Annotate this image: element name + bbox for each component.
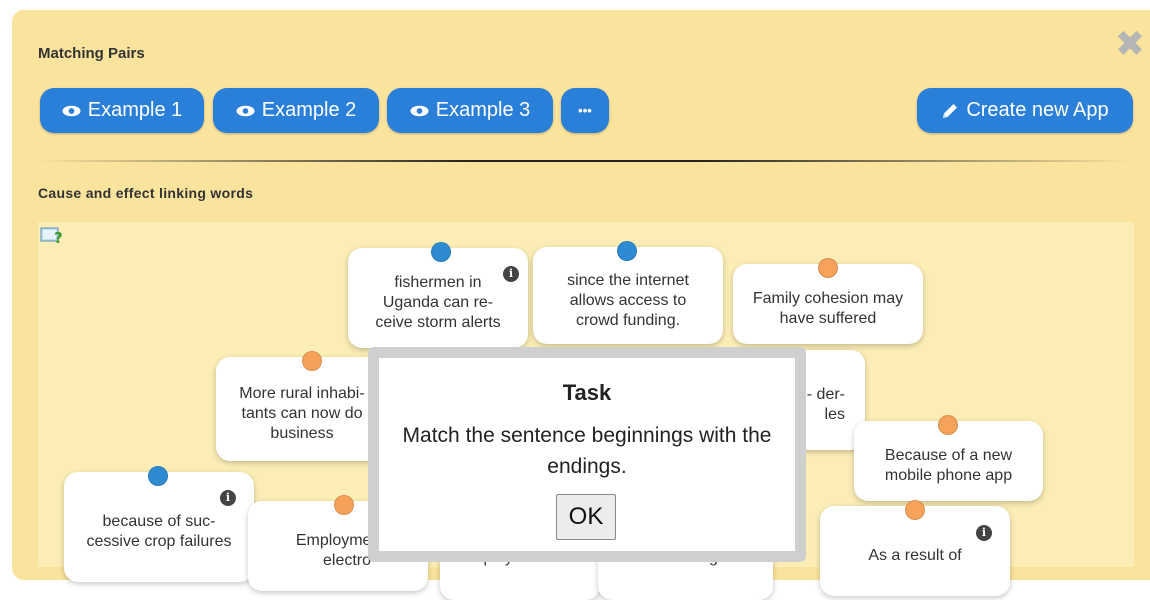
pin-icon (938, 415, 958, 435)
eye-icon (236, 105, 255, 116)
close-icon[interactable]: ✖ (1114, 26, 1146, 62)
example-3-label: Example 3 (435, 99, 531, 121)
card-text: Because of a new mobile phone app (884, 447, 1013, 484)
info-icon[interactable]: i (976, 525, 992, 541)
create-new-app-button[interactable]: Create new App (917, 88, 1133, 133)
pin-icon (818, 258, 838, 278)
card-text: More rural inhabi-tants can now do busin… (239, 385, 365, 442)
pin-icon (431, 242, 451, 262)
pin-icon (302, 351, 322, 371)
pencil-icon (943, 103, 958, 118)
eye-icon (410, 105, 429, 116)
card-text: Family cohesion may have suffered (752, 290, 904, 327)
info-icon[interactable]: i (503, 266, 519, 282)
pin-icon (148, 466, 168, 486)
svg-text:?: ? (54, 229, 63, 246)
help-icon[interactable]: ? (40, 226, 64, 246)
example-1-button[interactable]: Example 1 (40, 88, 204, 133)
more-icon: ••• (578, 103, 592, 118)
card-crop-failures[interactable]: because of suc-cessive crop failures (64, 472, 254, 582)
example-2-button[interactable]: Example 2 (213, 88, 379, 133)
eye-icon (62, 105, 81, 116)
task-modal: Task Match the sentence beginnings with … (368, 347, 806, 562)
info-icon[interactable]: i (220, 490, 236, 506)
app-title: Matching Pairs (38, 45, 145, 62)
more-button[interactable]: ••• (561, 88, 609, 133)
modal-text: Match the sentence beginnings with the e… (402, 424, 772, 478)
example-2-label: Example 2 (261, 99, 357, 121)
pin-icon (617, 241, 637, 261)
card-text: since the internet allows access to crow… (567, 271, 689, 329)
card-text: because of suc-cessive crop failures (86, 513, 232, 550)
example-3-button[interactable]: Example 3 (387, 88, 553, 133)
card-text: fishermen in Uganda can re-ceive storm a… (375, 274, 501, 331)
task-modal-body: Task Match the sentence beginnings with … (379, 358, 795, 551)
ok-button[interactable]: OK (556, 494, 616, 540)
card-fishermen[interactable]: fishermen in Uganda can re-ceive storm a… (348, 248, 528, 348)
divider (38, 160, 1130, 162)
section-title: Cause and effect linking words (38, 185, 254, 201)
card-text: As a result of (868, 547, 962, 564)
create-new-app-label: Create new App (966, 99, 1109, 121)
modal-title: Task (562, 380, 612, 405)
pin-icon (905, 500, 925, 520)
example-1-label: Example 1 (87, 99, 183, 121)
pin-icon (334, 495, 354, 515)
card-internet[interactable]: since the internet allows access to crow… (533, 247, 723, 344)
